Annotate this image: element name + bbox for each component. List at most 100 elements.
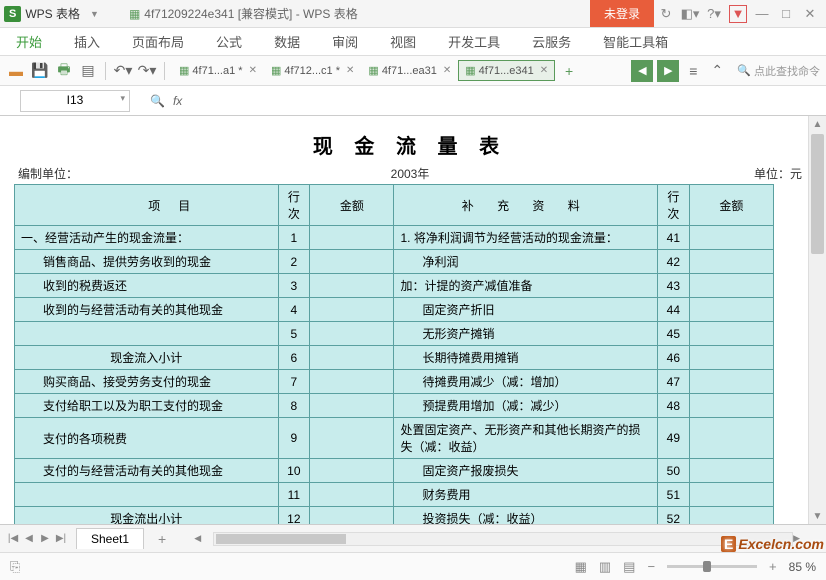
cell-amount2[interactable] xyxy=(689,274,773,298)
cell-amount[interactable] xyxy=(310,459,394,483)
undo-icon[interactable]: ↶▾ xyxy=(113,61,133,81)
print-icon[interactable]: 🖶 xyxy=(54,61,74,81)
scroll-up-icon[interactable]: ▲ xyxy=(809,116,826,132)
close-tab-icon[interactable]: ✕ xyxy=(346,65,354,76)
menu-cloud[interactable]: 云服务 xyxy=(526,28,577,55)
cell-supp[interactable]: 加：计提的资产减值准备 xyxy=(394,274,658,298)
th-amount2[interactable]: 金额 xyxy=(689,185,773,226)
scroll-down-icon[interactable]: ▼ xyxy=(809,508,826,524)
save-icon[interactable]: 💾 xyxy=(30,61,50,81)
cell-amount2[interactable] xyxy=(689,250,773,274)
close-tab-icon[interactable]: ✕ xyxy=(540,65,548,76)
cell-seq2[interactable]: 51 xyxy=(658,483,690,507)
th-item[interactable]: 项目 xyxy=(15,185,279,226)
cell-item[interactable]: 现金流入小计 xyxy=(15,346,279,370)
cell-seq2[interactable]: 50 xyxy=(658,459,690,483)
cell-seq[interactable]: 8 xyxy=(278,394,310,418)
menu-smart[interactable]: 智能工具箱 xyxy=(597,28,674,55)
view-grid-icon[interactable]: ▤ xyxy=(623,559,635,575)
view-normal-icon[interactable]: ▦ xyxy=(575,559,587,575)
cell-amount[interactable] xyxy=(310,418,394,459)
minimize-icon[interactable]: — xyxy=(750,2,774,26)
cell-item[interactable] xyxy=(15,483,279,507)
cell-amount2[interactable] xyxy=(689,459,773,483)
cell-supp[interactable]: 待摊费用减少（减：增加） xyxy=(394,370,658,394)
status-tab-icon[interactable]: ⎘ xyxy=(10,559,20,575)
cell-amount[interactable] xyxy=(310,507,394,525)
cell-seq2[interactable]: 41 xyxy=(658,226,690,250)
cell-amount2[interactable] xyxy=(689,346,773,370)
fx-label[interactable]: fx xyxy=(173,94,182,108)
cell-seq[interactable]: 10 xyxy=(278,459,310,483)
cell-seq[interactable]: 11 xyxy=(278,483,310,507)
redo-icon[interactable]: ↷▾ xyxy=(137,61,157,81)
cell-seq2[interactable]: 43 xyxy=(658,274,690,298)
cell-supp[interactable]: 长期待摊费用摊销 xyxy=(394,346,658,370)
close-tab-icon[interactable]: ✕ xyxy=(249,65,257,76)
menu-formula[interactable]: 公式 xyxy=(210,28,248,55)
menu-view[interactable]: 视图 xyxy=(384,28,422,55)
add-sheet-icon[interactable]: + xyxy=(150,529,174,549)
scroll-thumb[interactable] xyxy=(811,134,824,254)
cell-supp[interactable]: 预提费用增加（减：减少） xyxy=(394,394,658,418)
cell-amount[interactable] xyxy=(310,370,394,394)
zoom-display[interactable]: 85 % xyxy=(789,560,816,574)
cell-amount[interactable] xyxy=(310,394,394,418)
menu-data[interactable]: 数据 xyxy=(268,28,306,55)
menu-insert[interactable]: 插入 xyxy=(68,28,106,55)
vertical-scrollbar[interactable]: ▲ ▼ xyxy=(808,116,826,524)
cell-seq[interactable]: 2 xyxy=(278,250,310,274)
cell-item[interactable]: 支付给职工以及为职工支付的现金 xyxy=(15,394,279,418)
cell-supp[interactable]: 固定资产折旧 xyxy=(394,298,658,322)
menu-devtools[interactable]: 开发工具 xyxy=(442,28,506,55)
cell-amount[interactable] xyxy=(310,483,394,507)
preview-icon[interactable]: ▤ xyxy=(78,61,98,81)
feedback-icon[interactable]: ▼ xyxy=(729,5,747,23)
cell-amount[interactable] xyxy=(310,226,394,250)
cell-item[interactable]: 支付的与经营活动有关的其他现金 xyxy=(15,459,279,483)
cell-item[interactable]: 一、经营活动产生的现金流量： xyxy=(15,226,279,250)
cell-amount2[interactable] xyxy=(689,322,773,346)
zoom-out-icon[interactable]: − xyxy=(647,559,655,574)
cell-seq[interactable]: 1 xyxy=(278,226,310,250)
cell-seq[interactable]: 7 xyxy=(278,370,310,394)
th-seq[interactable]: 行次 xyxy=(278,185,310,226)
cell-seq2[interactable]: 44 xyxy=(658,298,690,322)
hscroll-left-icon[interactable]: ◀ xyxy=(194,533,201,544)
cell-seq[interactable]: 12 xyxy=(278,507,310,525)
close-icon[interactable]: ✕ xyxy=(798,2,822,26)
sheet-last-icon[interactable]: ▶| xyxy=(54,533,68,544)
cell-amount2[interactable] xyxy=(689,507,773,525)
cell-supp[interactable]: 财务费用 xyxy=(394,483,658,507)
cell-amount2[interactable] xyxy=(689,226,773,250)
nav-left-icon[interactable]: ◀ xyxy=(631,60,653,82)
cell-amount[interactable] xyxy=(310,250,394,274)
cell-item[interactable]: 收到的税费返还 xyxy=(15,274,279,298)
cell-seq[interactable]: 9 xyxy=(278,418,310,459)
cell-seq[interactable]: 3 xyxy=(278,274,310,298)
menu-layout[interactable]: 页面布局 xyxy=(126,28,190,55)
cell-item[interactable]: 收到的与经营活动有关的其他现金 xyxy=(15,298,279,322)
document-tab[interactable]: ▦ 4f71...e341 ✕ xyxy=(458,60,555,81)
zoom-in-icon[interactable]: + xyxy=(769,559,777,574)
menu-review[interactable]: 审阅 xyxy=(326,28,364,55)
cell-seq2[interactable]: 47 xyxy=(658,370,690,394)
cell-amount[interactable] xyxy=(310,274,394,298)
menu-start[interactable]: 开始 xyxy=(10,28,48,55)
th-seq2[interactable]: 行次 xyxy=(658,185,690,226)
cell-supp[interactable]: 1. 将净利润调节为经营活动的现金流量： xyxy=(394,226,658,250)
cell-reference-input[interactable]: I13 xyxy=(20,90,130,112)
th-supp[interactable]: 补 充 资 料 xyxy=(394,185,658,226)
cell-amount2[interactable] xyxy=(689,394,773,418)
cell-seq2[interactable]: 48 xyxy=(658,394,690,418)
cell-seq2[interactable]: 49 xyxy=(658,418,690,459)
cell-seq[interactable]: 6 xyxy=(278,346,310,370)
cell-amount2[interactable] xyxy=(689,418,773,459)
add-tab-icon[interactable]: + xyxy=(559,61,579,81)
fx-search-icon[interactable]: 🔍 xyxy=(150,94,165,108)
help-icon[interactable]: ?▾ xyxy=(702,2,726,26)
sheet-first-icon[interactable]: |◀ xyxy=(6,533,20,544)
cell-amount2[interactable] xyxy=(689,370,773,394)
th-amount[interactable]: 金额 xyxy=(310,185,394,226)
sheet-prev-icon[interactable]: ◀ xyxy=(22,533,36,544)
